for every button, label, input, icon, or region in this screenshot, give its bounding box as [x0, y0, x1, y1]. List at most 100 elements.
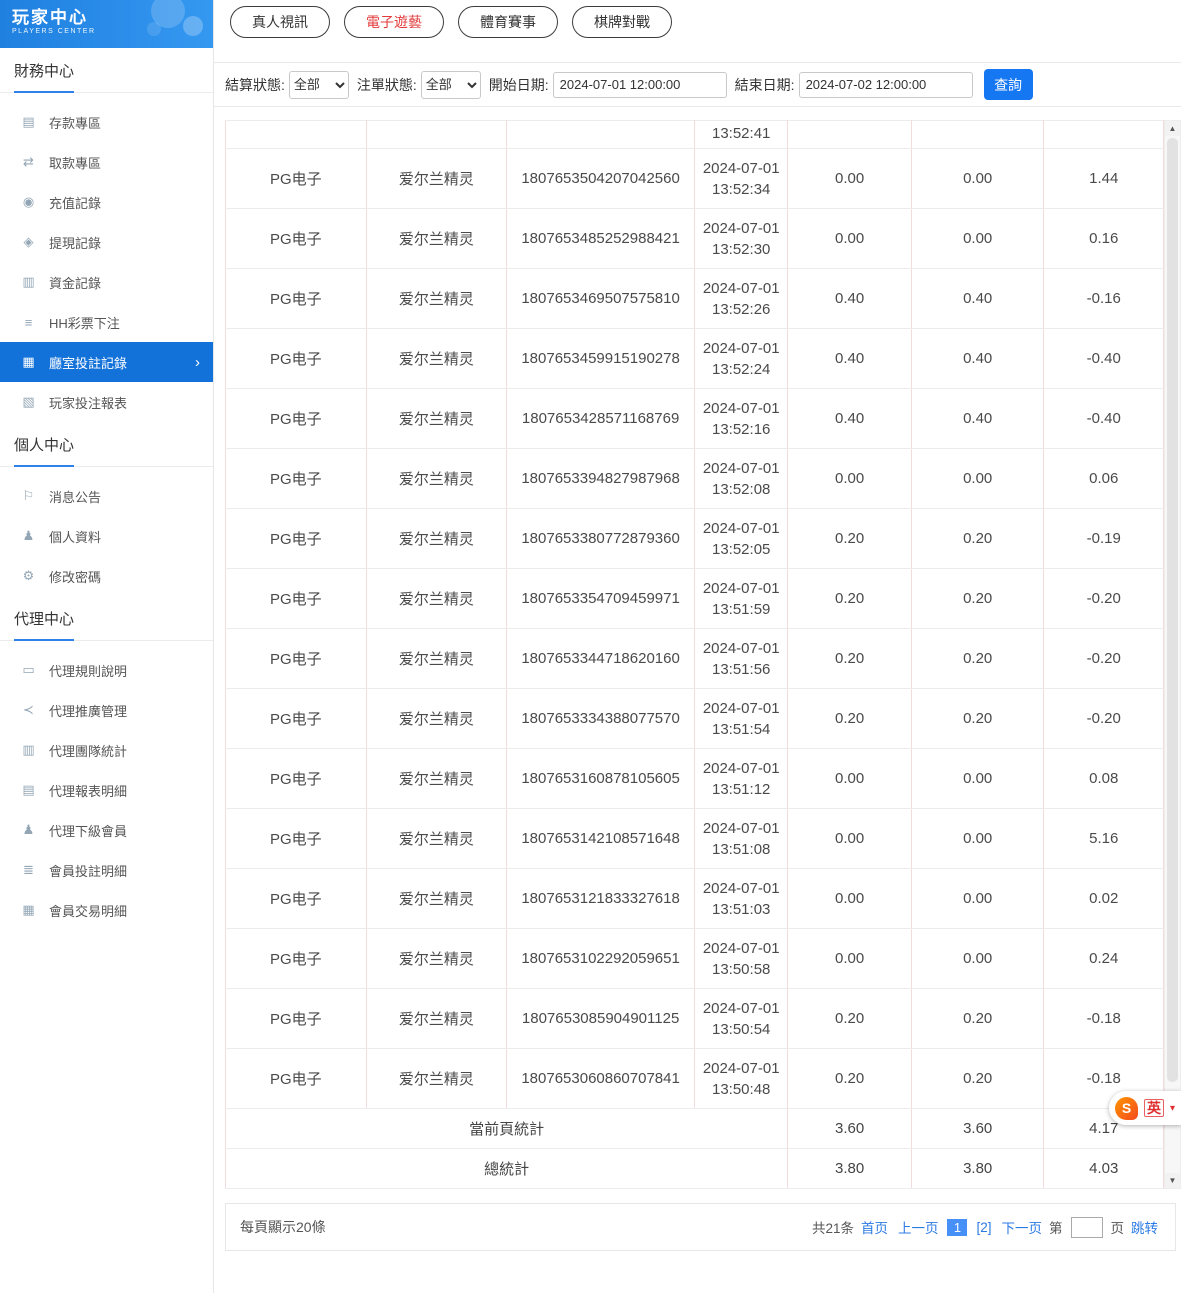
order-number-cell: 1807653428571168769 [507, 389, 695, 449]
agent-report-icon: ▤ [21, 782, 36, 798]
main-content: 真人視訊電子遊藝體育賽事棋牌對戰 結算狀態: 全部 注單狀態: 全部 開始日期:… [214, 0, 1181, 1251]
team-stats-icon: ▥ [21, 742, 36, 758]
total-summary-row: 總統計 3.80 3.80 4.03 [226, 1149, 1164, 1189]
order-number-cell: 1807653504207042560 [507, 149, 695, 209]
start-date-label: 開始日期: [489, 75, 549, 95]
datetime-cell: 2024-07-01 13:52:16 [694, 389, 787, 449]
sidebar-item[interactable]: ▦ 會員交易明細 › [0, 890, 213, 930]
table-row[interactable]: PG电子 爱尔兰精灵 1807653102292059651 2024-07-0… [226, 929, 1164, 989]
order-number-cell: 1807653102292059651 [507, 929, 695, 989]
game-cell: 爱尔兰精灵 [366, 749, 507, 809]
table-row[interactable]: PG电子 爱尔兰精灵 1807653485252988421 2024-07-0… [226, 209, 1164, 269]
summary-bet: 3.80 [788, 1149, 912, 1189]
table-row[interactable]: PG电子 爱尔兰精灵 1807653380772879360 2024-07-0… [226, 509, 1164, 569]
bet-amount-cell: 0.00 [788, 149, 912, 209]
sidebar-section-title: 個人中心 [0, 422, 213, 467]
sidebar-item[interactable]: ▥ 資金記錄 › [0, 262, 213, 302]
sidebar-item[interactable]: ♟ 個人資料 › [0, 516, 213, 556]
sidebar-item[interactable]: ⇄ 取款專區 › [0, 142, 213, 182]
sidebar-item[interactable]: ▤ 代理報表明細 › [0, 770, 213, 810]
game-cell: 爱尔兰精灵 [366, 209, 507, 269]
winloss-cell: -0.18 [1044, 989, 1164, 1049]
table-row[interactable]: PG电子 爱尔兰精灵 1807653085904901125 2024-07-0… [226, 989, 1164, 1049]
order-number-cell: 1807653485252988421 [507, 209, 695, 269]
datetime-cell: 2024-07-01 13:51:56 [694, 629, 787, 689]
category-tab[interactable]: 體育賽事 [458, 6, 558, 38]
sidebar-item[interactable]: ⚐ 消息公告 › [0, 476, 213, 516]
table-scrollbar[interactable]: ▲ ▼ [1164, 120, 1181, 1189]
settle-status-select[interactable]: 全部 [289, 71, 349, 99]
bet-amount-cell: 0.40 [788, 269, 912, 329]
valid-bet-cell: 0.00 [911, 749, 1044, 809]
translate-widget[interactable]: S 英 ▾ [1109, 1091, 1181, 1125]
sub-members-icon: ♟ [21, 822, 36, 838]
current-page[interactable]: 1 [947, 1219, 967, 1236]
first-page-link[interactable]: 首页 [861, 1217, 888, 1237]
category-tab[interactable]: 電子遊藝 [344, 6, 444, 38]
jump-button[interactable]: 跳转 [1131, 1217, 1158, 1237]
sidebar-item[interactable]: ◈ 提現記錄 › [0, 222, 213, 262]
sidebar-item[interactable]: ◉ 充值記錄 › [0, 182, 213, 222]
scroll-down-arrow-icon[interactable]: ▼ [1165, 1173, 1180, 1188]
order-status-select[interactable]: 全部 [421, 71, 481, 99]
search-button[interactable]: 查詢 [984, 69, 1033, 100]
table-row[interactable]: PG电子 爱尔兰精灵 1807653160878105605 2024-07-0… [226, 749, 1164, 809]
bet-amount-cell: 0.20 [788, 989, 912, 1049]
sidebar-item[interactable]: ♟ 代理下級會員 › [0, 810, 213, 850]
game-cell: 爱尔兰精灵 [366, 329, 507, 389]
table-row[interactable]: PG电子 爱尔兰精灵 1807653394827987968 2024-07-0… [226, 449, 1164, 509]
table-row[interactable]: PG电子 爱尔兰精灵 1807653121833327618 2024-07-0… [226, 869, 1164, 929]
valid-bet-cell: 0.20 [911, 629, 1044, 689]
datetime-cell: 2024-07-01 13:52:08 [694, 449, 787, 509]
table-row[interactable]: PG电子 爱尔兰精灵 1807653334388077570 2024-07-0… [226, 689, 1164, 749]
sidebar-item[interactable]: ▭ 代理規則說明 › [0, 650, 213, 690]
sidebar-section: 財務中心 ▤ 存款專區 › ⇄ 取款專區 › ◉ 充值記錄 › ◈ 提現記錄 ›… [0, 48, 213, 422]
jump-page-input[interactable] [1071, 1217, 1103, 1238]
sidebar-item[interactable]: ▦ 廳室投註記錄 › [0, 342, 213, 382]
order-number-cell: 1807653469507575810 [507, 269, 695, 329]
category-tab[interactable]: 真人視訊 [230, 6, 330, 38]
order-number-cell: 1807653121833327618 [507, 869, 695, 929]
start-date-input[interactable] [553, 72, 727, 98]
valid-bet-cell: 0.00 [911, 449, 1044, 509]
prev-page-link[interactable]: 上一页 [898, 1217, 939, 1237]
summary-bet: 3.60 [788, 1109, 912, 1149]
datetime-cell: 2024-07-01 13:51:59 [694, 569, 787, 629]
platform-cell: PG电子 [226, 389, 367, 449]
records-body: 13:52:41 PG电子 爱尔兰精灵 1807653504207042560 … [226, 121, 1164, 1109]
scrollbar-thumb[interactable] [1167, 138, 1178, 1082]
sidebar-item[interactable]: ≣ 會員投註明細 › [0, 850, 213, 890]
platform-cell: PG电子 [226, 1049, 367, 1109]
platform-cell: PG电子 [226, 629, 367, 689]
table-row[interactable]: PG电子 爱尔兰精灵 1807653459915190278 2024-07-0… [226, 329, 1164, 389]
bet-records-table: 13:52:41 PG电子 爱尔兰精灵 1807653504207042560 … [225, 120, 1164, 1189]
table-row[interactable]: PG电子 爱尔兰精灵 1807653469507575810 2024-07-0… [226, 269, 1164, 329]
table-row[interactable]: PG电子 爱尔兰精灵 1807653060860707841 2024-07-0… [226, 1049, 1164, 1109]
sidebar-item[interactable]: ▥ 代理團隊統計 › [0, 730, 213, 770]
summary-label: 當前頁統計 [226, 1109, 788, 1149]
agent-rules-icon: ▭ [21, 662, 36, 678]
next-page-link[interactable]: 下一页 [1002, 1217, 1043, 1237]
bet-amount-cell: 0.40 [788, 389, 912, 449]
scrollbar-track[interactable] [1165, 136, 1180, 1173]
table-row[interactable]: PG电子 爱尔兰精灵 1807653428571168769 2024-07-0… [226, 389, 1164, 449]
valid-bet-cell: 0.00 [911, 869, 1044, 929]
sidebar-item[interactable]: ▤ 存款專區 › [0, 102, 213, 142]
category-tab[interactable]: 棋牌對戰 [572, 6, 672, 38]
sidebar-item[interactable]: ▧ 玩家投注報表 › [0, 382, 213, 422]
table-row[interactable]: PG电子 爱尔兰精灵 1807653504207042560 2024-07-0… [226, 149, 1164, 209]
table-row[interactable]: PG电子 爱尔兰精灵 1807653142108571648 2024-07-0… [226, 809, 1164, 869]
datetime-cell: 2024-07-01 13:52:26 [694, 269, 787, 329]
pager: 共21条 首页 上一页 1 [2] 下一页 第 页 跳转 [812, 1217, 1161, 1238]
sidebar-item[interactable]: ≡ HH彩票下注 › [0, 302, 213, 342]
table-row[interactable]: PG电子 爱尔兰精灵 1807653354709459971 2024-07-0… [226, 569, 1164, 629]
table-row-partial[interactable]: 13:52:41 [226, 121, 1164, 149]
end-date-input[interactable] [799, 72, 973, 98]
sidebar-item[interactable]: ⚙ 修改密碼 › [0, 556, 213, 596]
summary-winloss: 4.03 [1044, 1149, 1164, 1189]
filter-bar: 結算狀態: 全部 注單狀態: 全部 開始日期: 結束日期: 查詢 [214, 62, 1181, 107]
sidebar-item[interactable]: ≺ 代理推廣管理 › [0, 690, 213, 730]
table-row[interactable]: PG电子 爱尔兰精灵 1807653344718620160 2024-07-0… [226, 629, 1164, 689]
scroll-up-arrow-icon[interactable]: ▲ [1165, 121, 1180, 136]
page-2-link[interactable]: [2] [976, 1220, 991, 1235]
